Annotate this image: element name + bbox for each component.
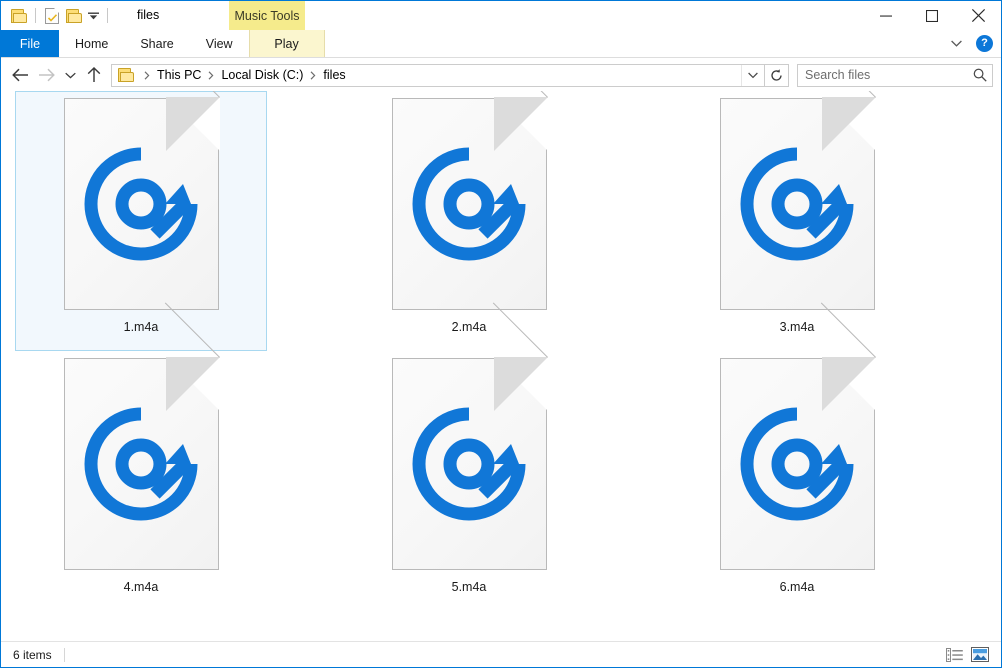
file-list-view[interactable]: 1.m4a 2.m4a 3.m4a 4.m4a 5.m4a 6.m4a — [1, 91, 1001, 640]
music-disc-icon — [63, 91, 220, 310]
chevron-down-icon[interactable] — [946, 34, 966, 54]
tab-view[interactable]: View — [190, 30, 249, 57]
folder-icon[interactable] — [8, 5, 30, 27]
help-icon[interactable]: ? — [976, 35, 993, 52]
file-tile[interactable]: 1.m4a — [15, 91, 267, 351]
qat-separator-2 — [107, 8, 108, 23]
new-folder-icon[interactable] — [63, 5, 85, 27]
search-box[interactable] — [797, 63, 993, 87]
music-disc-icon — [391, 302, 548, 570]
refresh-button[interactable] — [765, 63, 789, 87]
breadcrumb-chevron-icon-0[interactable] — [139, 70, 155, 80]
customize-dropdown-icon[interactable] — [85, 5, 102, 27]
breadcrumb-item-this-pc[interactable]: This PC — [155, 68, 203, 82]
contextual-tab-header: Music Tools — [229, 1, 305, 30]
recent-locations-icon[interactable] — [59, 62, 81, 88]
status-separator — [63, 647, 65, 662]
file-tile[interactable]: 6.m4a — [671, 302, 923, 611]
search-input[interactable] — [798, 68, 968, 82]
music-disc-icon — [719, 302, 876, 570]
minimize-button[interactable] — [863, 1, 909, 30]
close-button[interactable] — [955, 1, 1001, 30]
file-tile[interactable]: 2.m4a — [343, 91, 595, 351]
file-name-label: 5.m4a — [451, 580, 487, 594]
maximize-button[interactable] — [909, 1, 955, 30]
breadcrumb-item-local-disk[interactable]: Local Disk (C:) — [219, 68, 305, 82]
quick-access-toolbar — [1, 1, 113, 30]
tab-play[interactable]: Play — [248, 30, 325, 57]
search-icon[interactable] — [968, 68, 992, 82]
window-controls — [863, 1, 1001, 30]
file-tile[interactable]: 3.m4a — [671, 91, 923, 351]
window-title: files — [137, 8, 160, 22]
tab-file[interactable]: File — [1, 30, 59, 57]
status-bar: 6 items — [1, 641, 1001, 667]
music-disc-icon — [391, 91, 548, 310]
back-button[interactable] — [7, 62, 33, 88]
file-name-label: 3.m4a — [779, 320, 815, 334]
ribbon-tab-strip: File Home Share View Play ? — [1, 30, 1001, 58]
item-count-label: 6 items — [13, 647, 52, 662]
tab-home[interactable]: Home — [59, 30, 124, 57]
forward-button — [33, 62, 59, 88]
file-grid: 1.m4a 2.m4a 3.m4a 4.m4a 5.m4a 6.m4a — [1, 91, 1001, 611]
file-name-label: 6.m4a — [779, 580, 815, 594]
file-name-label: 4.m4a — [123, 580, 159, 594]
ribbon-right-controls: ? — [946, 30, 1001, 57]
breadcrumb[interactable]: This PC Local Disk (C:) files — [111, 63, 765, 87]
address-bar: This PC Local Disk (C:) files — [1, 58, 1001, 92]
breadcrumb-chevron-icon-1[interactable] — [203, 70, 219, 80]
breadcrumb-chevron-icon-2[interactable] — [305, 70, 321, 80]
qat-separator-1 — [35, 8, 36, 23]
large-icons-view-button[interactable] — [968, 644, 992, 666]
tab-share[interactable]: Share — [124, 30, 189, 57]
ribbon-spacer — [325, 30, 946, 57]
breadcrumb-item-files[interactable]: files — [321, 68, 347, 82]
file-name-label: 2.m4a — [451, 320, 487, 334]
properties-icon[interactable] — [41, 5, 63, 27]
details-view-button[interactable] — [942, 644, 966, 666]
explorer-window: Music Tools files File Home Share View P… — [0, 0, 1002, 668]
music-disc-icon — [63, 302, 220, 570]
file-tile[interactable]: 5.m4a — [343, 302, 595, 611]
breadcrumb-folder-icon — [112, 68, 139, 82]
up-button[interactable] — [81, 62, 107, 88]
title-bar: Music Tools files — [1, 1, 1001, 30]
file-name-label: 1.m4a — [123, 320, 159, 334]
file-tile[interactable]: 4.m4a — [15, 302, 267, 611]
music-disc-icon — [719, 91, 876, 310]
breadcrumb-dropdown-icon[interactable] — [741, 64, 764, 86]
checkmark-icon — [48, 13, 57, 22]
